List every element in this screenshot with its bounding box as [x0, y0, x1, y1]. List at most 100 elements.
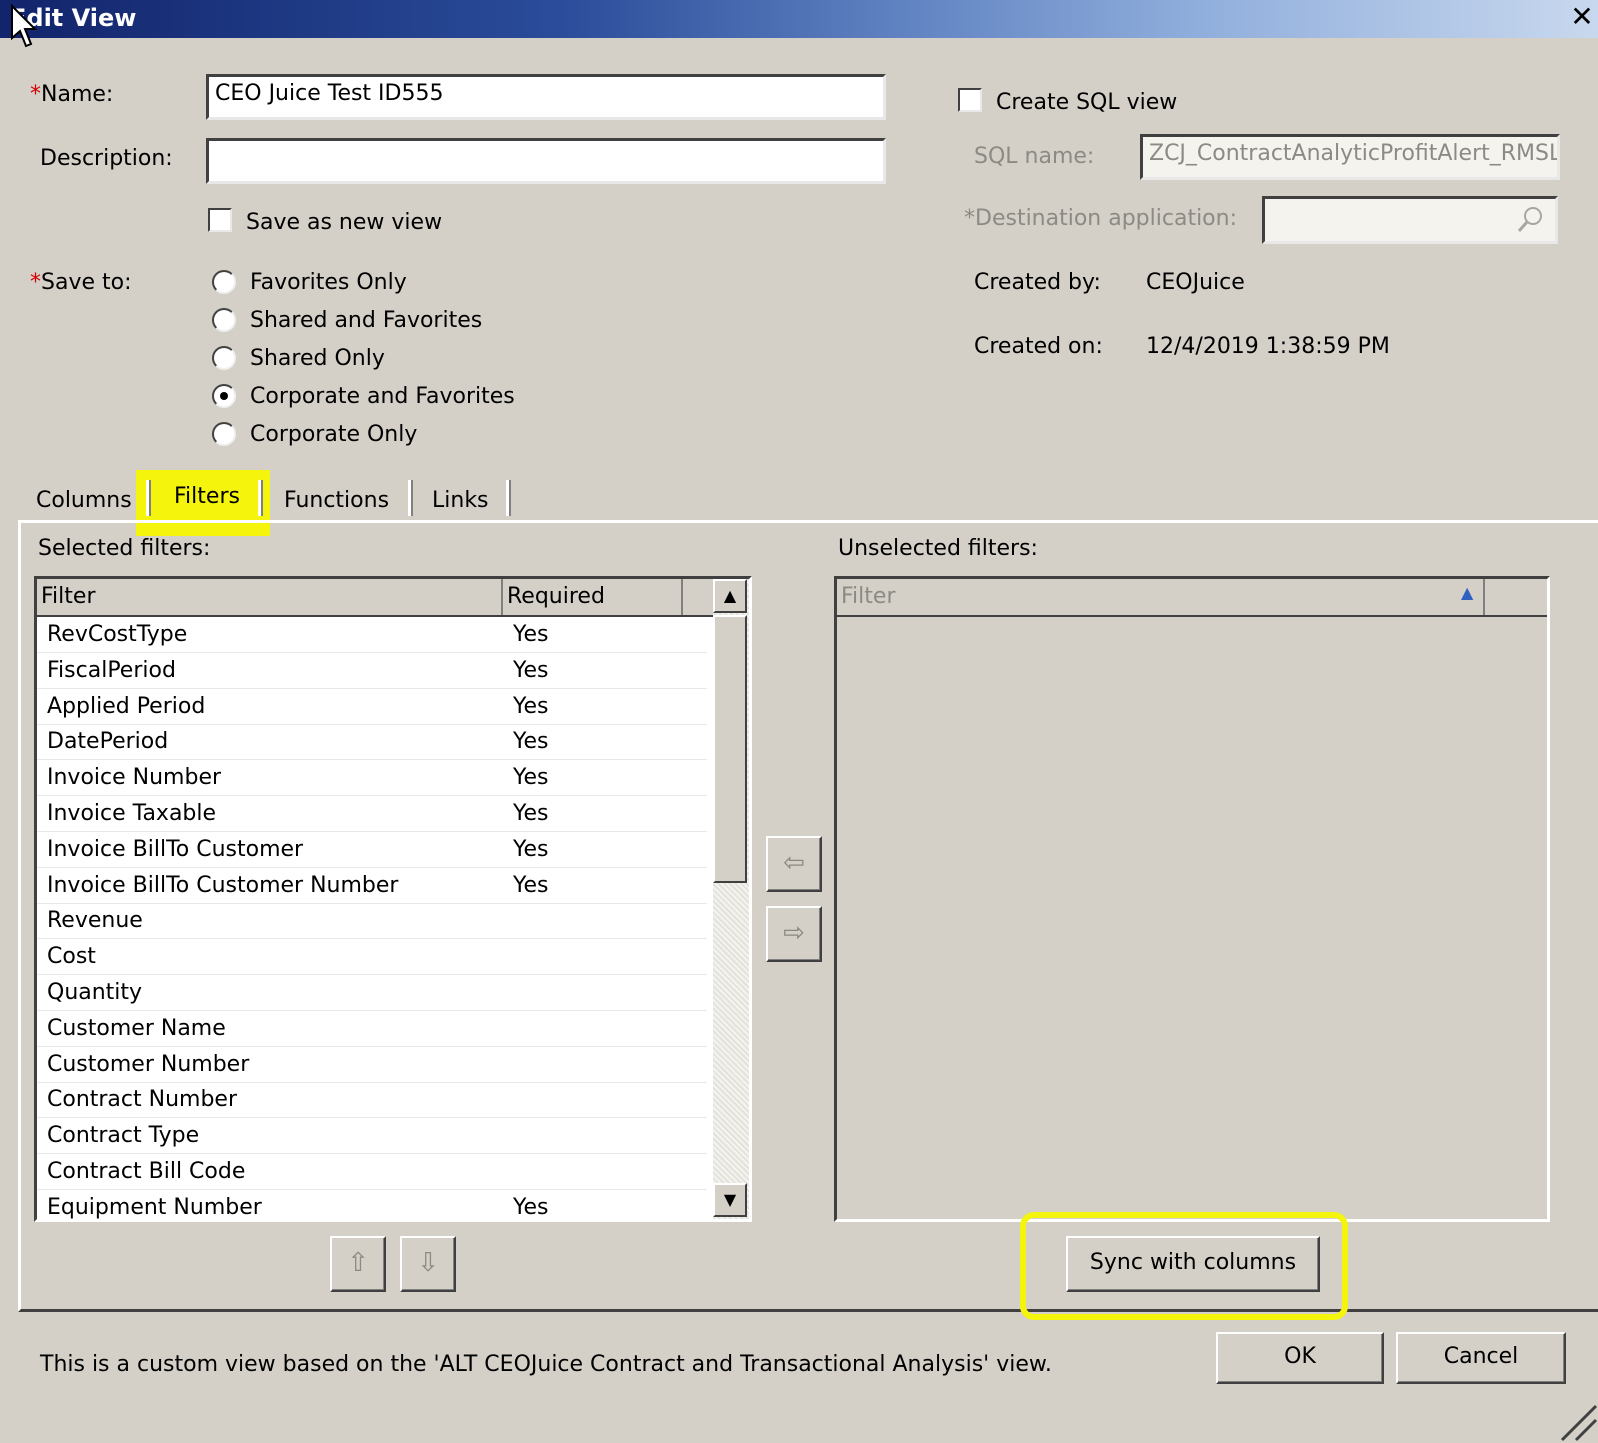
required-cell: Yes [513, 657, 549, 683]
close-button[interactable]: ✕ [1568, 2, 1596, 32]
filter-name-cell: Invoice BillTo Customer Number [47, 872, 399, 898]
radio-label: Corporate and Favorites [250, 384, 515, 409]
tab-functions[interactable]: Functions [276, 482, 397, 519]
footer-info-text: This is a custom view based on the 'ALT … [40, 1352, 1052, 1377]
table-row[interactable]: Customer Number [37, 1047, 707, 1083]
radio-corporate-only[interactable] [212, 422, 236, 446]
table-row[interactable]: Revenue [37, 903, 707, 940]
mouse-cursor-icon [11, 4, 38, 48]
required-cell: Yes [513, 622, 549, 647]
filter-name-cell: Contract Type [47, 1123, 200, 1149]
filter-name-cell: Cost [47, 944, 96, 970]
filter-name-cell: Customer Number [47, 1051, 250, 1077]
table-row[interactable]: Invoice BillTo Customer Number Yes [37, 868, 707, 904]
created-by-label: Created by: [974, 270, 1101, 295]
save-to-label: *Save to: [30, 270, 132, 295]
move-up-button[interactable]: ⇧ [330, 1236, 386, 1292]
create-sql-view-label: Create SQL view [996, 90, 1178, 115]
move-right-button[interactable]: ⇨ [766, 906, 822, 962]
filter-name-cell: Applied Period [47, 693, 206, 719]
save-as-new-view-label: Save as new view [246, 210, 443, 235]
tab-links[interactable]: Links [424, 482, 497, 519]
filter-name-cell: Invoice Number [47, 765, 222, 791]
radio-shared-and-favorites[interactable] [212, 308, 236, 332]
name-label: *Name: [30, 82, 114, 107]
radio-label: Favorites Only [250, 270, 407, 295]
move-left-button[interactable]: ⇦ [766, 836, 822, 892]
filter-name-cell: Customer Name [47, 1015, 226, 1041]
tab-divider [258, 480, 263, 516]
selected-filters-grid[interactable]: Filter Required RevCostType Yes FiscalPeri… [34, 576, 752, 1222]
resize-grip-icon[interactable] [1552, 1396, 1598, 1442]
table-row[interactable]: Contract Bill Code [37, 1154, 707, 1190]
tab-filters[interactable]: Filters [166, 478, 248, 515]
table-row[interactable]: FiscalPeriod Yes [37, 653, 707, 689]
tab-divider [506, 480, 511, 516]
cancel-button[interactable]: Cancel [1396, 1332, 1566, 1384]
table-row[interactable]: Invoice Number Yes [37, 760, 707, 797]
table-row[interactable]: Cost [37, 939, 707, 976]
table-row[interactable]: Quantity [37, 975, 707, 1011]
filter-name-cell: Revenue [47, 908, 143, 934]
grid-header: Filter Required [37, 579, 713, 617]
description-input[interactable] [206, 138, 886, 184]
radio-shared-only[interactable] [212, 346, 236, 370]
table-row[interactable]: RevCostType Yes [37, 617, 707, 653]
search-icon[interactable] [1516, 204, 1546, 234]
tab-divider [408, 480, 413, 516]
created-by-value: CEOJuice [1146, 270, 1245, 295]
created-on-label: Created on: [974, 334, 1103, 359]
required-cell: Yes [513, 1194, 549, 1220]
table-row[interactable]: Equipment Number Yes [37, 1190, 707, 1220]
filter-name-cell: FiscalPeriod [47, 657, 176, 683]
table-row[interactable]: Invoice BillTo Customer Yes [37, 832, 707, 868]
sync-with-columns-button[interactable]: Sync with columns [1066, 1236, 1320, 1292]
required-cell: Yes [513, 693, 549, 719]
filter-name-cell: Contract Number [47, 1087, 238, 1113]
tab-columns[interactable]: Columns [28, 482, 140, 519]
radio-corporate-and-favorites[interactable] [212, 384, 236, 408]
save-as-new-view-checkbox[interactable] [208, 208, 232, 232]
table-row[interactable]: Contract Number [37, 1082, 707, 1119]
unselected-filters-label: Unselected filters: [838, 536, 1038, 561]
create-sql-view-checkbox[interactable] [958, 88, 982, 112]
column-header-filter[interactable]: Filter [837, 579, 1485, 615]
grid-header: Filter ▲ [837, 579, 1547, 617]
scrollbar-thumb[interactable] [713, 615, 747, 883]
required-cell: Yes [513, 872, 549, 898]
table-row[interactable]: DatePeriod Yes [37, 724, 707, 761]
radio-label: Corporate Only [250, 422, 418, 447]
sql-name-input[interactable]: ZCJ_ContractAnalyticProfitAlert_RMSL [1140, 134, 1560, 180]
ok-button[interactable]: OK [1216, 1332, 1384, 1384]
name-input[interactable]: CEO Juice Test ID555 [206, 74, 886, 120]
filter-name-cell: Contract Bill Code [47, 1159, 246, 1184]
tab-divider [146, 480, 151, 516]
column-header-filter[interactable]: Filter [37, 579, 503, 615]
sql-name-label: SQL name: [974, 144, 1095, 169]
required-cell: Yes [513, 729, 549, 755]
scroll-down-button[interactable]: ▼ [713, 1183, 747, 1217]
created-on-value: 12/4/2019 1:38:59 PM [1146, 334, 1390, 359]
filter-name-cell: Invoice Taxable [47, 801, 217, 826]
required-cell: Yes [513, 765, 549, 791]
table-row[interactable]: Contract Type [37, 1118, 707, 1155]
table-row[interactable]: Customer Name [37, 1011, 707, 1047]
scroll-up-button[interactable]: ▲ [713, 579, 747, 613]
table-row[interactable]: Invoice Taxable Yes [37, 796, 707, 832]
move-down-button[interactable]: ⇩ [400, 1236, 456, 1292]
vertical-scrollbar[interactable]: ▲ ▼ [713, 579, 749, 1219]
filter-name-cell: RevCostType [47, 622, 188, 647]
filter-name-cell: Quantity [47, 980, 143, 1005]
radio-favorites-only[interactable] [212, 270, 236, 294]
table-row[interactable]: Applied Period Yes [37, 689, 707, 725]
required-cell: Yes [513, 801, 549, 826]
filter-name-cell: DatePeriod [47, 729, 169, 755]
description-label: Description: [40, 146, 173, 171]
unselected-filters-grid[interactable]: Filter ▲ [834, 576, 1550, 1222]
column-header-required[interactable]: Required [503, 579, 683, 615]
selected-filters-label: Selected filters: [38, 536, 211, 561]
destination-application-input[interactable] [1262, 196, 1558, 244]
required-cell: Yes [513, 836, 549, 862]
filter-name-cell: Equipment Number [47, 1194, 262, 1220]
sort-ascending-icon: ▲ [1461, 583, 1474, 602]
